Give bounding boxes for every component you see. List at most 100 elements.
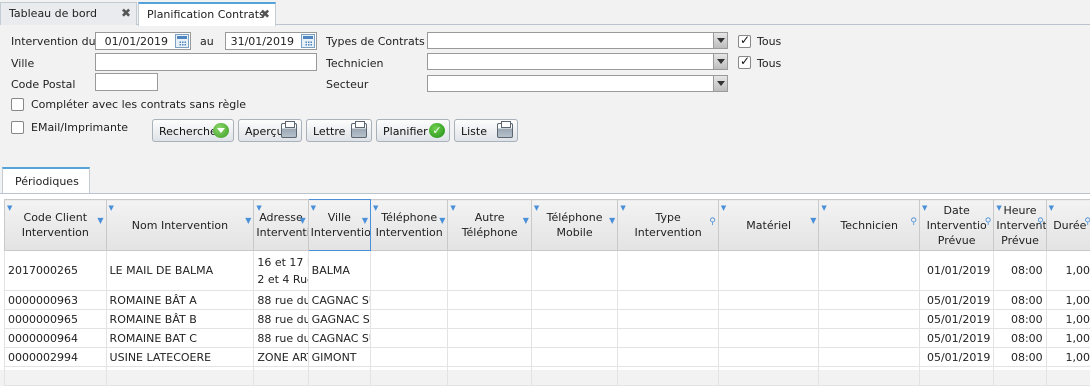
tous-label: Tous: [757, 57, 781, 70]
table-cell: 08:00: [994, 251, 1046, 291]
search-icon[interactable]: ⚲: [709, 215, 716, 230]
liste-label: Liste: [461, 125, 487, 138]
table-cell: [618, 251, 719, 291]
sort-icon[interactable]: ▼: [1049, 201, 1054, 216]
filter-icon[interactable]: ▼: [97, 213, 103, 228]
sort-icon[interactable]: ▼: [534, 201, 539, 216]
types-contrats-select[interactable]: [427, 32, 728, 49]
table-cell: [448, 348, 531, 367]
planifier-label: Planifier: [383, 125, 428, 138]
filter-icon[interactable]: ▼: [245, 213, 251, 228]
table-row[interactable]: 0000000963ROMAINE BÂT A88 rue duCAGNAC S…: [5, 291, 1090, 310]
table-cell: 05/01/2019: [919, 348, 993, 367]
printer-icon: [497, 123, 513, 138]
table-row[interactable]: 0000000964ROMAINE BAT C88 rue duCAGNAC S…: [5, 329, 1090, 348]
table-cell: 08:00: [994, 348, 1046, 367]
liste-button[interactable]: Liste: [454, 119, 518, 142]
table-cell: [531, 367, 617, 386]
close-icon[interactable]: ✖: [260, 7, 270, 21]
search-icon[interactable]: ⚲: [985, 215, 992, 230]
chevron-down-icon[interactable]: [713, 76, 727, 91]
date-to-field[interactable]: 31/01/2019: [225, 32, 317, 50]
ville-input[interactable]: [95, 53, 317, 71]
email-checkbox[interactable]: [11, 121, 24, 134]
technicien-select[interactable]: [427, 53, 728, 70]
date-from-field[interactable]: 01/01/2019: [95, 32, 191, 50]
column-header-label: Matériel: [746, 219, 791, 232]
sort-icon[interactable]: ▼: [821, 201, 826, 216]
types-contrats-label: Types de Contrats: [326, 35, 425, 48]
column-header-ville-intervention[interactable]: ▼Ville Interventio▼: [308, 200, 370, 251]
filter-icon[interactable]: ▼: [439, 213, 445, 228]
table-row[interactable]: [5, 367, 1090, 386]
column-header-code-client[interactable]: ▼Code Client Intervention▼: [5, 200, 107, 251]
tab-label: Tableau de bord: [9, 7, 97, 20]
tous-types-checkbox[interactable]: [738, 35, 751, 48]
column-header-duree[interactable]: ▼Durée⚲: [1046, 200, 1090, 251]
sort-icon[interactable]: ▼: [7, 201, 12, 216]
search-icon[interactable]: ⚲: [910, 215, 917, 230]
search-icon[interactable]: ⚲: [1037, 215, 1044, 230]
tab-periodiques[interactable]: Périodiques: [2, 167, 90, 193]
table-cell: [448, 310, 531, 329]
filter-icon[interactable]: ▼: [300, 213, 306, 228]
table-cell: 88 rue du: [254, 329, 308, 348]
apercu-button[interactable]: Aperçu: [238, 119, 302, 142]
table-cell: 88 rue du: [254, 310, 308, 329]
column-header-nom-intervention[interactable]: ▼Nom Intervention▼: [106, 200, 254, 251]
tous-technicien-checkbox[interactable]: [738, 56, 751, 69]
calendar-icon[interactable]: [175, 34, 189, 48]
column-header-date-intervention[interactable]: ▼Date Interventio Prévue⚲: [919, 200, 993, 251]
sort-icon[interactable]: ▼: [922, 201, 927, 216]
planifier-button[interactable]: Planifier ✓: [376, 119, 450, 142]
filter-icon[interactable]: ▼: [609, 213, 615, 228]
table-cell: [448, 367, 531, 386]
table-cell: [531, 329, 617, 348]
sort-icon[interactable]: ▼: [721, 201, 726, 216]
search-icon[interactable]: ⚲: [1084, 215, 1090, 230]
column-header-autre-telephone[interactable]: ▼Autre Téléphone▼: [448, 200, 531, 251]
sort-icon[interactable]: ▼: [256, 201, 261, 216]
table-cell: [819, 310, 920, 329]
close-icon[interactable]: ✖: [121, 6, 131, 20]
tab-tableau-de-bord[interactable]: Tableau de bord ✖: [0, 2, 137, 25]
filter-icon[interactable]: ▼: [810, 213, 816, 228]
chevron-down-icon[interactable]: [713, 33, 727, 48]
table-row[interactable]: 0000002994USINE LATECOEREZONE ARTIGIMONT…: [5, 348, 1090, 367]
column-header-heure-intervention[interactable]: ▼Heure Interventi Prévue⚲: [994, 200, 1046, 251]
column-header-materiel[interactable]: ▼ Matériel ▼: [718, 200, 819, 251]
sort-icon[interactable]: ▼: [311, 201, 316, 216]
table-row[interactable]: 0000000965ROMAINE BÂT B88 rue duGAGNAC S…: [5, 310, 1090, 329]
sort-icon[interactable]: ▼: [373, 201, 378, 216]
table-cell: [370, 367, 447, 386]
code-postal-input[interactable]: [95, 73, 158, 91]
sort-icon[interactable]: ▼: [620, 201, 625, 216]
table-cell: LE MAIL DE BALMA: [106, 251, 254, 291]
table-cell: [370, 329, 447, 348]
column-header-telephone-intervention[interactable]: ▼Téléphone Intervention▼: [370, 200, 447, 251]
rechercher-button[interactable]: Rechercher: [152, 119, 234, 142]
completer-checkbox[interactable]: [11, 98, 24, 111]
lettre-button[interactable]: Lettre: [306, 119, 372, 142]
column-header-technicien[interactable]: ▼Technicien⚲: [819, 200, 920, 251]
column-header-telephone-mobile[interactable]: ▼Téléphone Mobile▼: [531, 200, 617, 251]
filter-icon[interactable]: ▼: [362, 213, 368, 228]
table-cell: 0000000964: [5, 329, 107, 348]
tab-planification-contrats[interactable]: Planification Contrats ✖: [138, 2, 276, 26]
table-cell: [718, 310, 819, 329]
calendar-icon[interactable]: [301, 34, 315, 48]
sort-icon[interactable]: ▼: [450, 201, 455, 216]
intervention-du-label: Intervention du: [11, 35, 96, 48]
secteur-select[interactable]: [427, 75, 728, 92]
table-row[interactable]: 2017000265LE MAIL DE BALMA16 et 17 P 2 e…: [5, 251, 1090, 291]
table-cell: [448, 291, 531, 310]
table-cell: 0000002994: [5, 348, 107, 367]
tab-label: Planification Contrats: [147, 8, 265, 21]
filter-icon[interactable]: ▼: [523, 213, 529, 228]
table-cell: ROMAINE BAT C: [106, 329, 254, 348]
chevron-down-icon[interactable]: [713, 54, 727, 69]
sort-icon[interactable]: ▼: [109, 201, 114, 216]
sort-icon[interactable]: ▼: [996, 201, 1001, 216]
column-header-adresse-intervention[interactable]: ▼Adresse Interventio▼: [254, 200, 308, 251]
column-header-type-intervention[interactable]: ▼Type Intervention⚲: [618, 200, 719, 251]
